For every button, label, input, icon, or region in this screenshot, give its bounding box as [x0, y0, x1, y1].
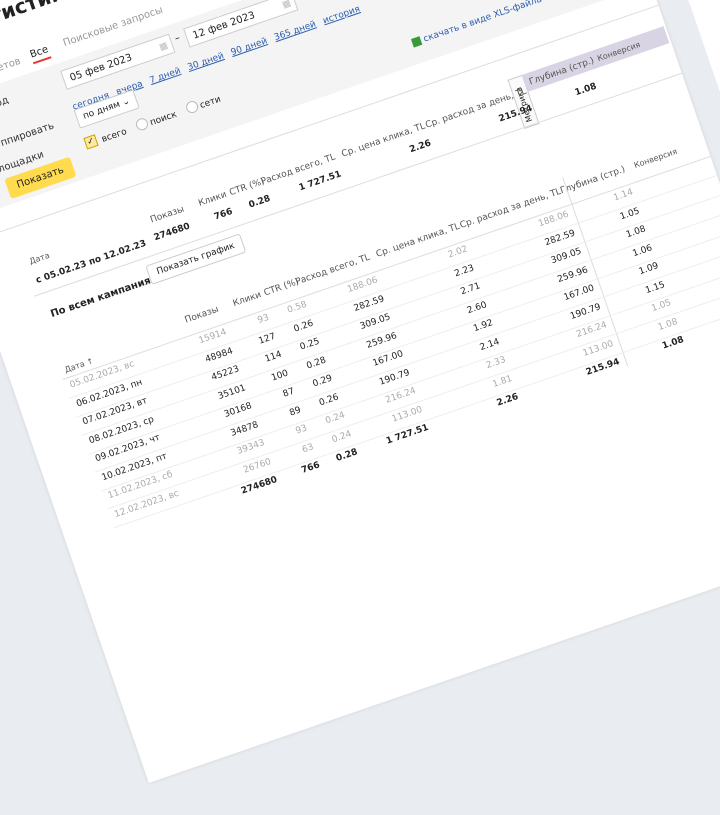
calendar-icon[interactable]: ▦ [157, 36, 172, 58]
radio-search[interactable] [134, 116, 150, 132]
radio-network[interactable] [184, 98, 200, 115]
excel-icon [410, 36, 423, 48]
checkbox-all[interactable]: ✓ [83, 133, 99, 150]
stage: Статистика по всем кампаниям Мастер отче… [0, 0, 720, 796]
calendar-icon[interactable]: ▦ [279, 0, 294, 15]
chevron-down-icon: ⌄ [120, 96, 132, 109]
